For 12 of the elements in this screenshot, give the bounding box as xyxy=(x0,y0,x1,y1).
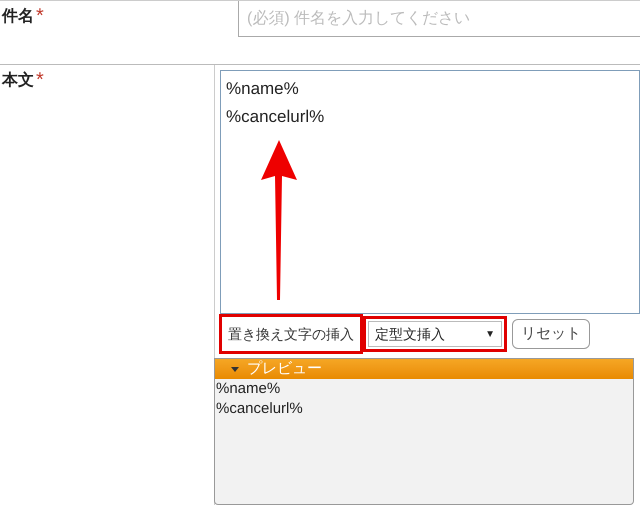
preview-text: %cancelurl% xyxy=(215,399,304,420)
reset-button[interactable]: リセット xyxy=(512,319,590,350)
preview-title: プレビュー xyxy=(247,359,322,380)
caret-icon xyxy=(231,366,239,372)
template-select[interactable]: 定型文挿入 ▼ xyxy=(368,321,502,348)
preview-text: %name% xyxy=(215,379,282,400)
required-mark: * xyxy=(36,69,44,91)
required-mark: * xyxy=(36,5,44,27)
subject-field[interactable]: (必須) 件名を入力してください xyxy=(238,1,640,37)
body-field[interactable]: %name% %cancelurl% xyxy=(220,70,640,314)
field-label: 件名 xyxy=(2,6,34,27)
field-label: 本文 xyxy=(2,70,34,91)
